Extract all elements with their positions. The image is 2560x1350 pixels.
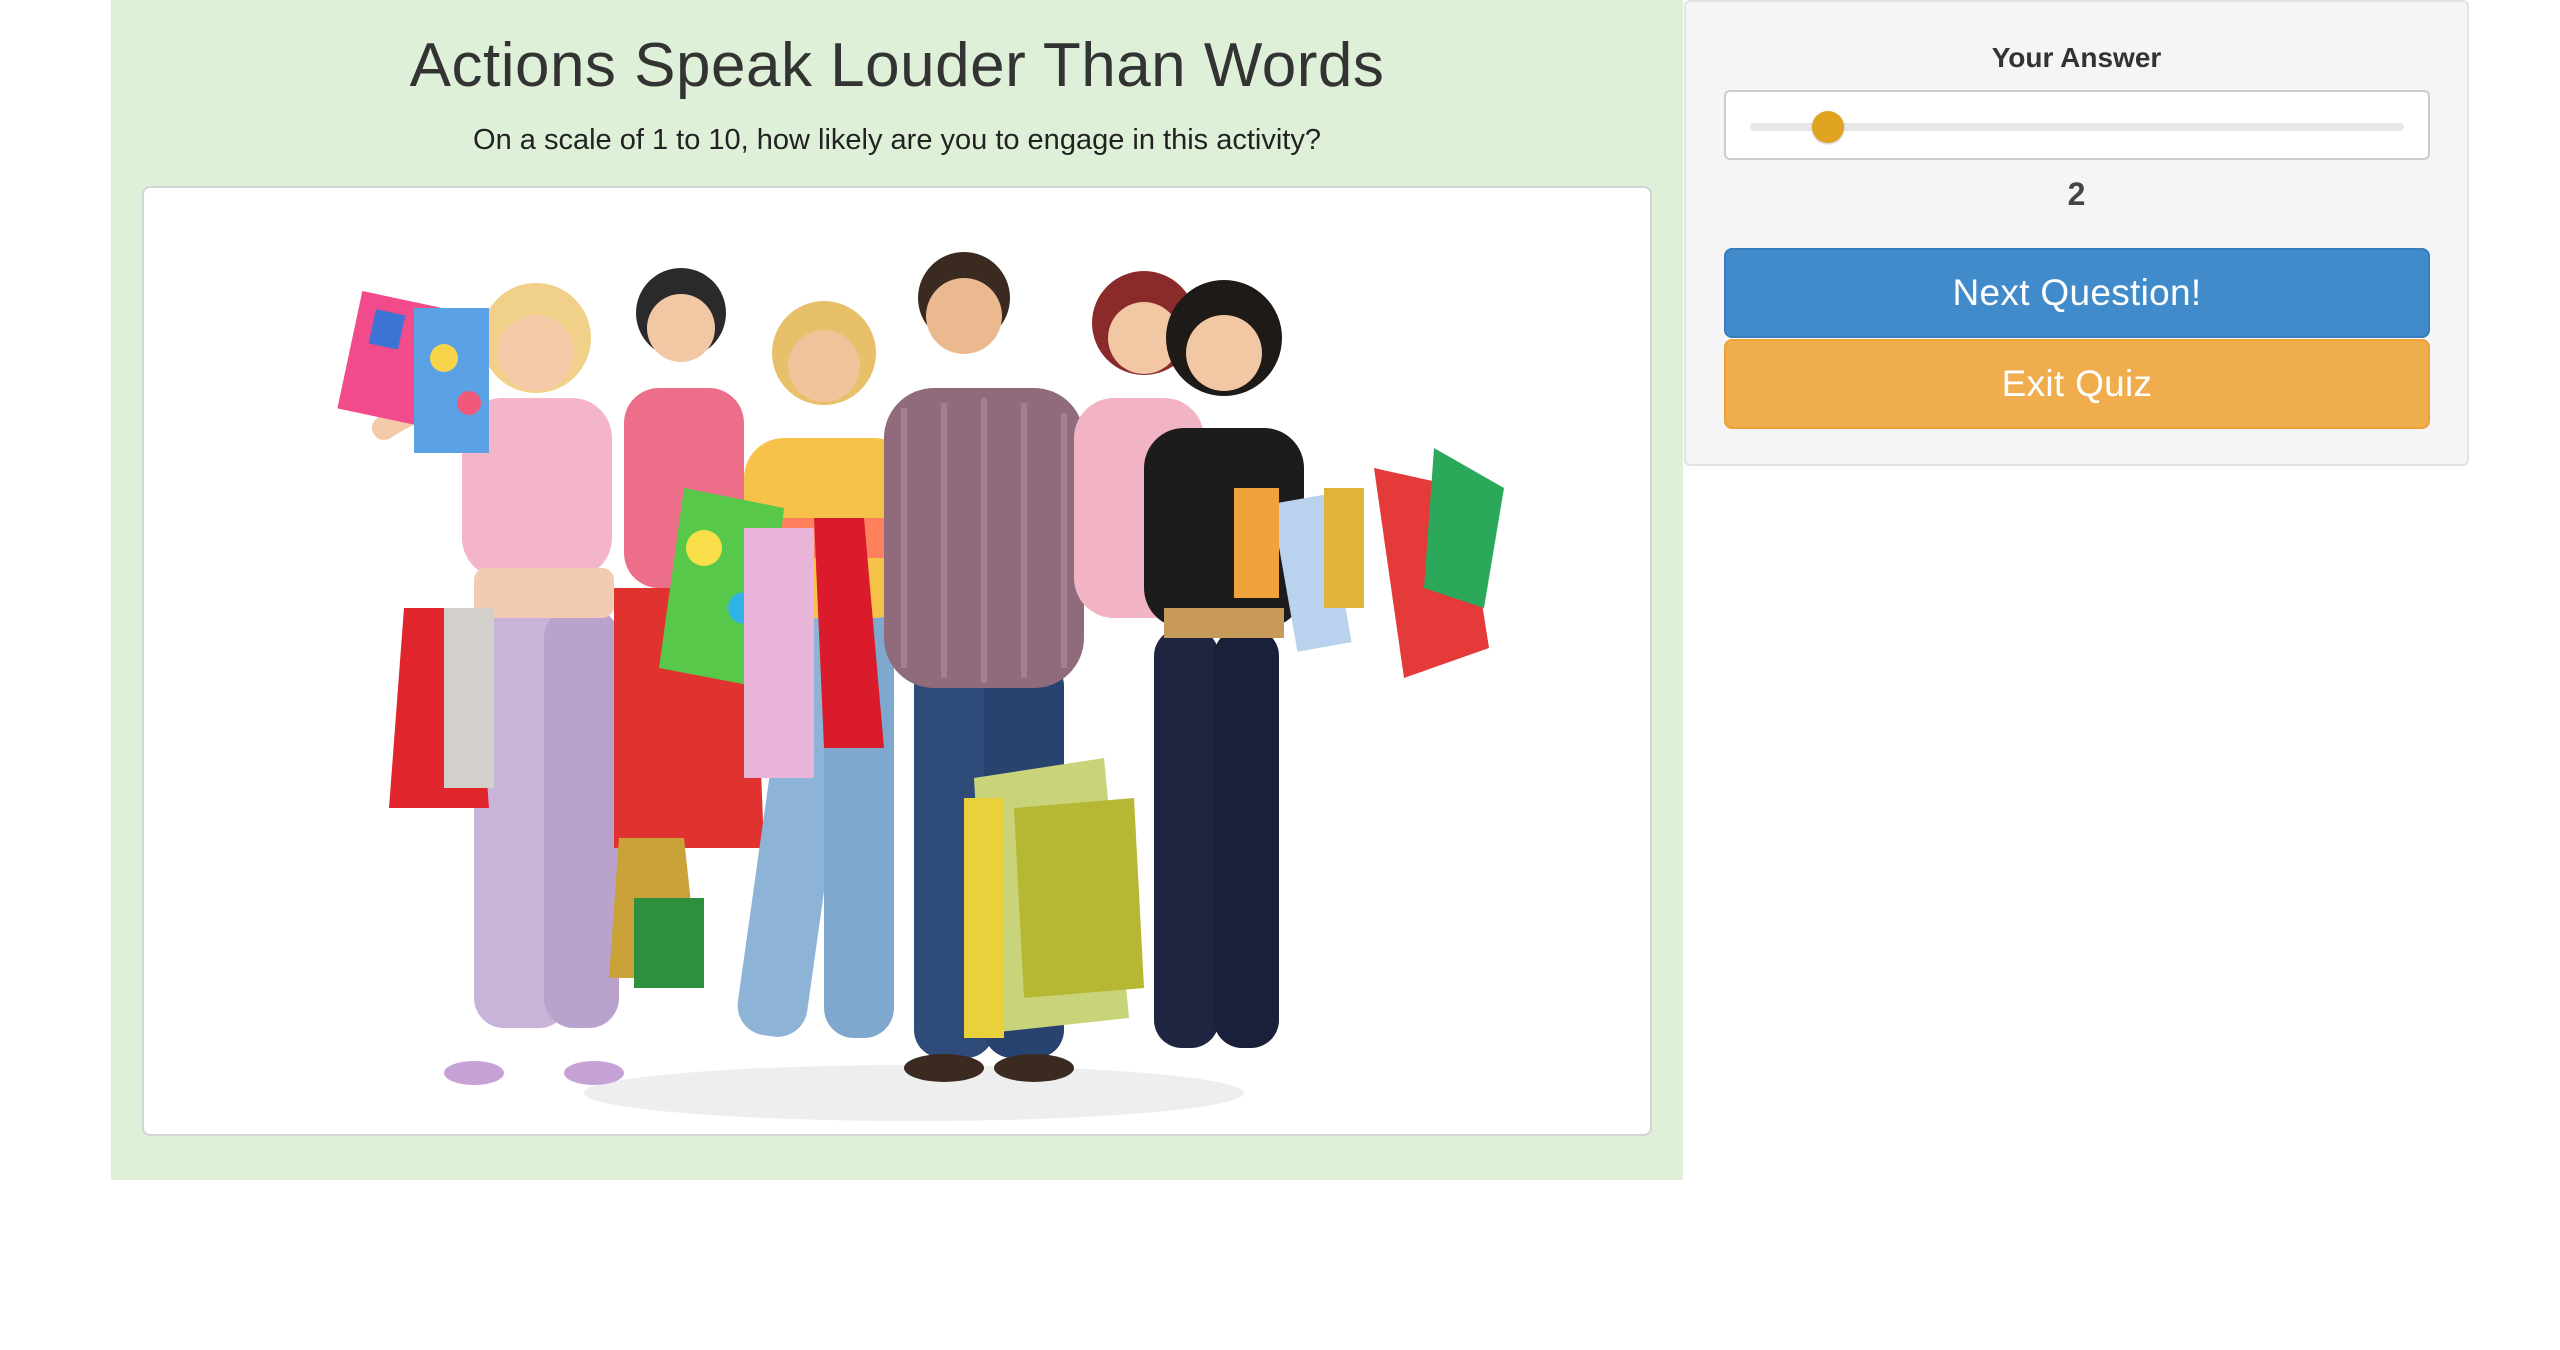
quiz-page: Actions Speak Louder Than Words On a sca… (0, 0, 2560, 1350)
question-panel: Actions Speak Louder Than Words On a sca… (111, 0, 1683, 1180)
slider-thumb[interactable] (1811, 111, 1844, 143)
question-subtitle: On a scale of 1 to 10, how likely are yo… (473, 124, 1321, 156)
answer-value: 2 (2067, 176, 2086, 212)
answer-panel: Your Answer 2 Next Question! Exit Quiz (1684, 0, 2469, 466)
answer-heading: Your Answer (1991, 42, 2162, 73)
question-image (142, 186, 1652, 1136)
shopper-6 (1144, 280, 1304, 1048)
question-title: Actions Speak Louder Than Words (409, 31, 1385, 100)
shoppers-illustration (337, 252, 1504, 1121)
slider-track[interactable] (1750, 123, 2404, 131)
answer-slider[interactable] (1724, 90, 2430, 160)
next-question-button[interactable]: Next Question! (1724, 248, 2430, 338)
exit-quiz-button[interactable]: Exit Quiz (1724, 339, 2430, 429)
